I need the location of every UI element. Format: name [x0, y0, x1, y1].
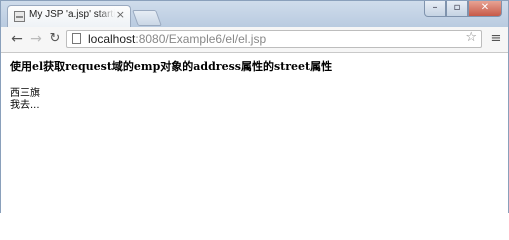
page-content: 使用el获取request域的emp对象的address属性的street属性 …	[1, 53, 508, 213]
close-window-button[interactable]: ✕	[468, 1, 502, 17]
url-path: :8080/Example6/el/el.jsp	[135, 32, 267, 46]
hamburger-menu-icon[interactable]: ≡	[488, 30, 504, 48]
url-text[interactable]: localhost:8080/Example6/el/el.jsp	[88, 32, 266, 46]
forward-arrow-icon[interactable]: →	[27, 30, 45, 48]
new-tab-button[interactable]	[132, 10, 162, 26]
address-bar[interactable]: localhost:8080/Example6/el/el.jsp ☆	[66, 30, 482, 48]
tab-strip: My JSP 'a.jsp' starting page × – ▫ ✕	[1, 1, 508, 27]
browser-window: My JSP 'a.jsp' starting page × – ▫ ✕ ← →…	[0, 0, 509, 213]
page-heading: 使用el获取request域的emp对象的address属性的street属性	[10, 60, 333, 73]
url-host: localhost	[88, 32, 136, 46]
maximize-button[interactable]: ▫	[446, 1, 468, 17]
reload-icon[interactable]: ↻	[46, 30, 64, 48]
bookmark-star-icon[interactable]: ☆	[465, 30, 477, 45]
message-text: 我去...	[10, 100, 40, 111]
page-info-icon[interactable]	[72, 33, 81, 44]
page-favicon-icon	[14, 11, 25, 22]
back-arrow-icon[interactable]: ←	[8, 30, 26, 48]
tab-close-icon[interactable]: ×	[116, 8, 125, 21]
minimize-button[interactable]: –	[424, 1, 446, 17]
browser-tab[interactable]: My JSP 'a.jsp' starting page ×	[7, 5, 131, 27]
browser-toolbar: ← → ↻ localhost:8080/Example6/el/el.jsp …	[1, 27, 508, 53]
window-controls: – ▫ ✕	[424, 1, 502, 19]
tab-title: My JSP 'a.jsp' starting page	[29, 9, 115, 20]
